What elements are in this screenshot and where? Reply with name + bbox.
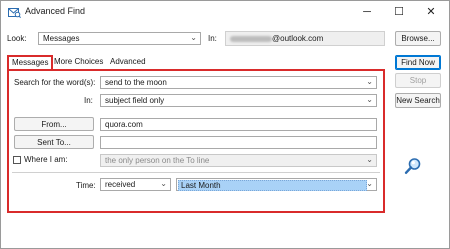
in-field-dropdown[interactable]: subject field only ⌄ bbox=[100, 94, 377, 107]
sent-to-button[interactable]: Sent To... bbox=[14, 135, 94, 149]
search-words-combo[interactable]: send to the moon ⌄ bbox=[100, 76, 377, 89]
messages-panel: Search for the word(s): send to the moon… bbox=[7, 69, 385, 213]
look-dropdown[interactable]: Messages ⌄ bbox=[38, 32, 201, 45]
maximize-button[interactable]: ☐ bbox=[385, 3, 413, 21]
time-range-value: Last Month bbox=[178, 180, 367, 191]
tab-advanced[interactable]: Advanced bbox=[107, 56, 149, 69]
redacted-account-name bbox=[230, 36, 272, 42]
new-search-button[interactable]: New Search bbox=[395, 93, 441, 108]
time-label: Time: bbox=[76, 181, 96, 190]
where-i-am-dropdown[interactable]: the only person on the To line ⌄ bbox=[100, 154, 377, 167]
separator bbox=[12, 172, 380, 173]
stop-button[interactable]: Stop bbox=[395, 73, 441, 88]
look-dropdown-value: Messages bbox=[43, 34, 80, 43]
where-i-am-label: Where I am: bbox=[24, 155, 68, 164]
in-folder-field: @outlook.com bbox=[225, 31, 385, 46]
magnifier-icon bbox=[404, 158, 421, 175]
chevron-down-icon: ⌄ bbox=[366, 95, 373, 104]
in-folder-value: @outlook.com bbox=[272, 34, 324, 43]
search-words-label: Search for the word(s): bbox=[14, 78, 96, 87]
time-type-value: received bbox=[105, 180, 136, 189]
title-bar: Advanced Find ─ ☐ ✕ bbox=[1, 1, 449, 23]
chevron-down-icon: ⌄ bbox=[366, 179, 373, 188]
in-folder-label: In: bbox=[208, 34, 217, 43]
browse-button[interactable]: Browse... bbox=[395, 31, 441, 46]
in-field-value: subject field only bbox=[105, 96, 165, 105]
time-type-dropdown[interactable]: received ⌄ bbox=[100, 178, 171, 191]
close-button[interactable]: ✕ bbox=[417, 3, 445, 21]
from-button[interactable]: From... bbox=[14, 117, 94, 131]
from-field[interactable]: quora.com bbox=[100, 118, 377, 131]
chevron-down-icon: ⌄ bbox=[366, 155, 373, 164]
where-i-am-checkbox[interactable] bbox=[13, 156, 21, 164]
in-field-label: In: bbox=[84, 96, 93, 105]
where-i-am-value: the only person on the To line bbox=[105, 156, 210, 165]
find-now-button[interactable]: Find Now bbox=[395, 55, 441, 70]
time-range-dropdown[interactable]: Last Month ⌄ bbox=[176, 178, 377, 191]
look-label: Look: bbox=[7, 34, 27, 43]
advanced-find-window: Advanced Find ─ ☐ ✕ Look: Messages ⌄ In:… bbox=[0, 0, 450, 249]
window-title: Advanced Find bbox=[25, 6, 86, 16]
tab-more-choices[interactable]: More Choices bbox=[51, 56, 106, 69]
search-words-value: send to the moon bbox=[105, 78, 167, 87]
advanced-find-icon bbox=[8, 8, 21, 18]
chevron-down-icon: ⌄ bbox=[366, 77, 373, 86]
from-value: quora.com bbox=[105, 120, 143, 129]
chevron-down-icon: ⌄ bbox=[160, 179, 167, 188]
minimize-button[interactable]: ─ bbox=[353, 3, 381, 21]
sent-to-field[interactable] bbox=[100, 136, 377, 149]
chevron-down-icon: ⌄ bbox=[190, 33, 197, 42]
